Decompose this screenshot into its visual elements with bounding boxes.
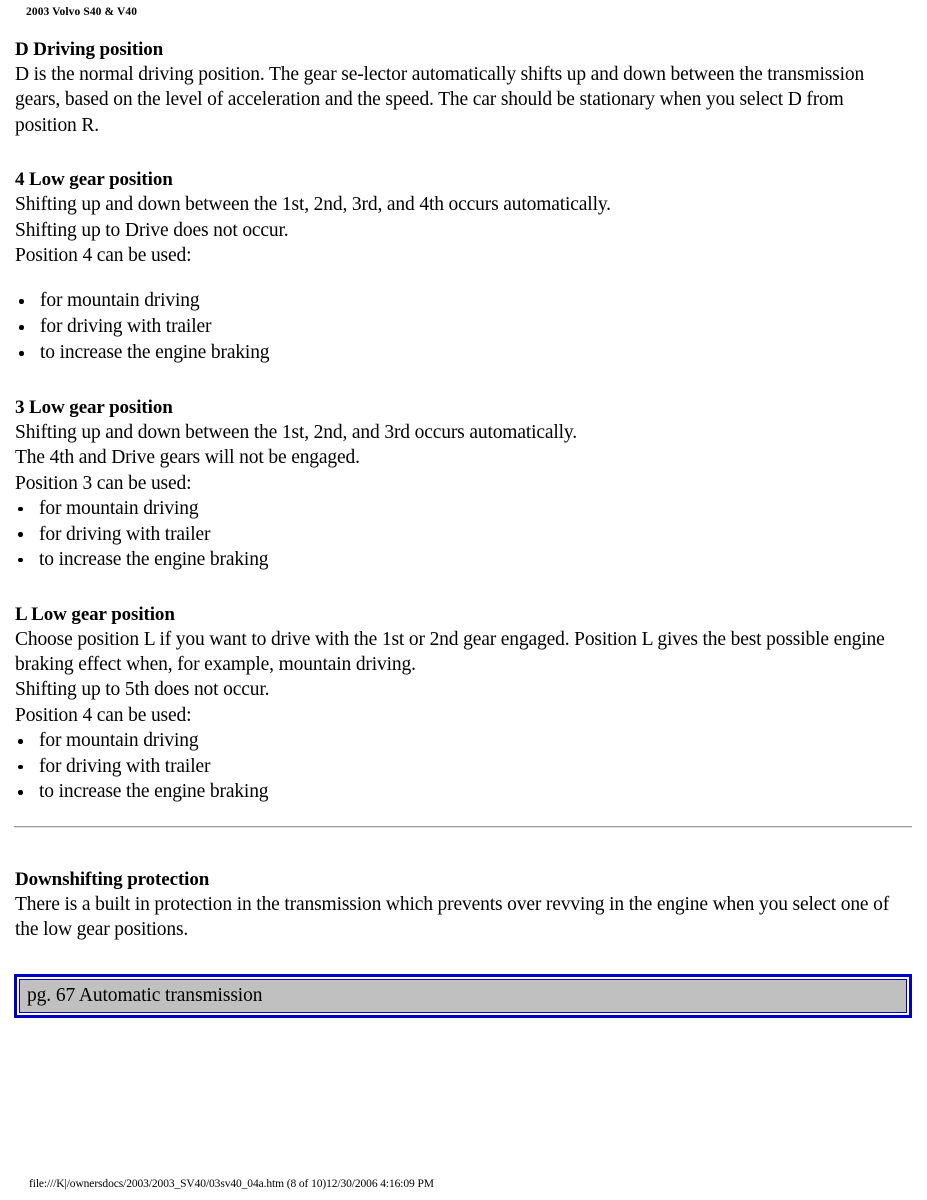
section-line: The 4th and Drive gears will not be enga… — [15, 447, 360, 469]
section-line: Shifting up and down between the 1st, 2n… — [15, 421, 577, 443]
bullet-list: for mountain driving for driving with tr… — [15, 496, 905, 573]
section-line: Shifting up to Drive does not occur. — [15, 219, 289, 241]
list-item: for driving with trailer — [15, 314, 905, 340]
document-content: D Driving position D is the normal drivi… — [15, 38, 905, 805]
downshifting-block: Downshifting protection There is a built… — [15, 868, 905, 943]
section-heading: 3 Low gear position — [15, 396, 173, 418]
page-link-label[interactable]: pg. 67 Automatic transmission — [20, 985, 263, 1007]
section-l-low-gear-position: L Low gear position Choose position L if… — [15, 603, 905, 805]
section-4-low-gear-position: 4 Low gear position Shifting up and down… — [15, 168, 905, 366]
list-item: for mountain driving — [15, 728, 905, 754]
list-item: for driving with trailer — [15, 522, 905, 548]
page-link-box[interactable]: pg. 67 Automatic transmission — [14, 974, 912, 1018]
document-page: 2003 Volvo S40 & V40 D Driving position … — [0, 0, 927, 1200]
section-paragraph: There is a built in protection in the tr… — [15, 894, 890, 941]
list-item: for mountain driving — [15, 288, 905, 314]
section-divider — [14, 826, 912, 828]
running-header: 2003 Volvo S40 & V40 — [26, 6, 138, 18]
section-heading: Downshifting protection — [15, 869, 210, 890]
page-link-inner[interactable]: pg. 67 Automatic transmission — [19, 979, 907, 1013]
section-d-driving-position: D Driving position D is the normal drivi… — [15, 38, 905, 138]
section-downshifting-protection: Downshifting protection There is a built… — [15, 868, 905, 943]
list-item: to increase the engine braking — [15, 340, 905, 366]
section-heading: 4 Low gear position — [15, 169, 173, 191]
section-line: Position 4 can be used: — [15, 245, 192, 267]
section-line: Position 4 can be used: — [15, 704, 192, 726]
section-line: Shifting up to 5th does not occur. — [15, 679, 270, 701]
section-line: Choose position L if you want to drive w… — [15, 628, 885, 676]
section-3-low-gear-position: 3 Low gear position Shifting up and down… — [15, 396, 905, 573]
page-footer: file:///K|/ownersdocs/2003/2003_SV40/03s… — [29, 1178, 434, 1190]
bullet-list: for mountain driving for driving with tr… — [15, 288, 905, 366]
section-line: Position 3 can be used: — [15, 472, 192, 494]
section-heading: D Driving position — [15, 39, 164, 60]
section-heading: L Low gear position — [15, 603, 175, 625]
list-item: to increase the engine braking — [15, 547, 905, 573]
bullet-list: for mountain driving for driving with tr… — [15, 728, 905, 805]
list-item: for mountain driving — [15, 496, 905, 522]
list-item: for driving with trailer — [15, 754, 905, 780]
section-line: Shifting up and down between the 1st, 2n… — [15, 194, 611, 216]
section-paragraph: D is the normal driving position. The ge… — [15, 64, 865, 136]
list-item: to increase the engine braking — [15, 779, 905, 805]
